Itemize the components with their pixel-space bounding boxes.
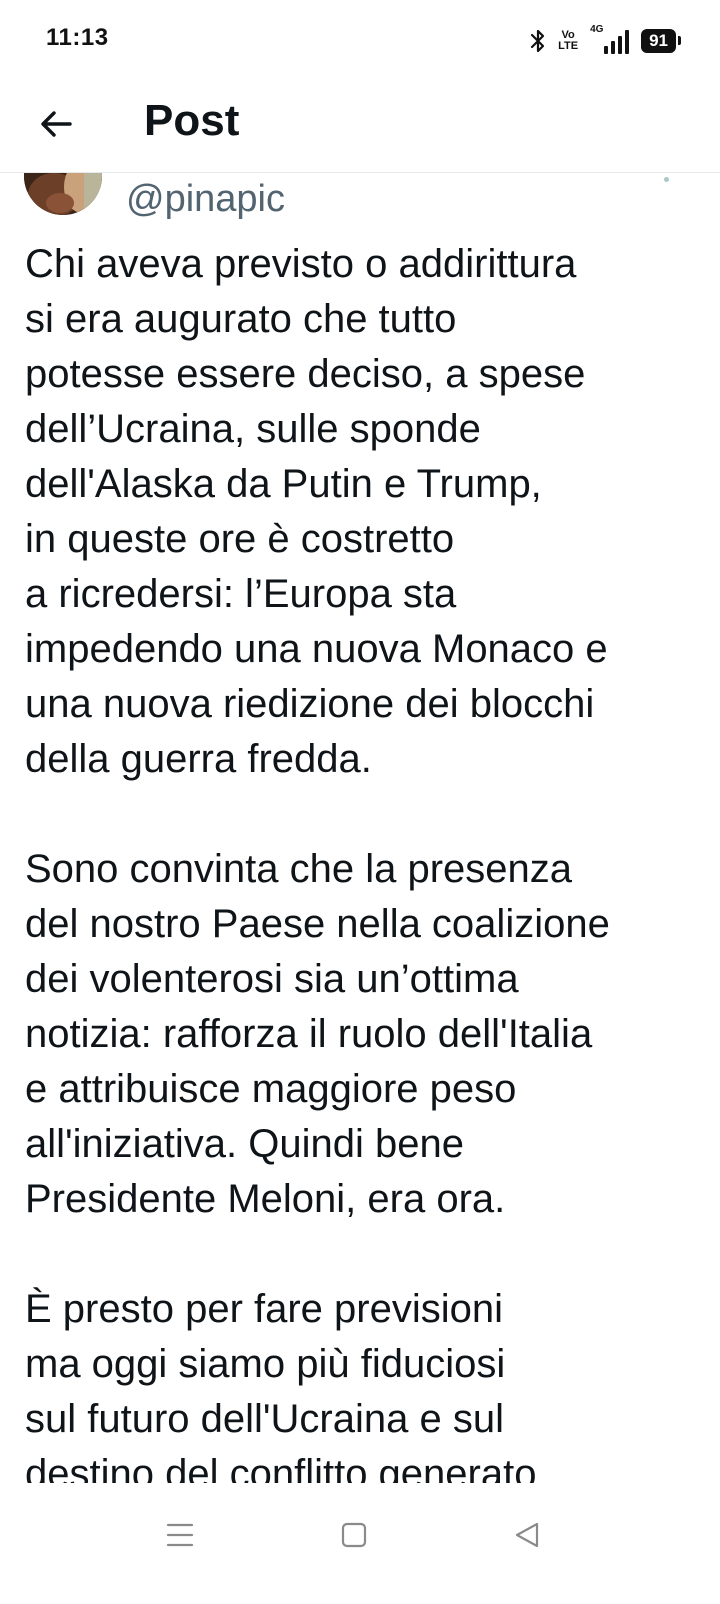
volte-bottom-text: LTE (558, 40, 579, 52)
network-type: 4G (590, 24, 604, 35)
back-button[interactable] (30, 98, 82, 150)
back-triangle-icon (515, 1522, 539, 1548)
page-title: Post (144, 96, 240, 145)
back-nav-button[interactable] (502, 1510, 552, 1560)
arrow-left-icon (41, 111, 72, 137)
status-time: 11:13 (46, 24, 109, 51)
battery-icon: 91 (641, 29, 681, 53)
bluetooth-icon (530, 28, 546, 54)
menu-icon (166, 1523, 194, 1547)
author-handle[interactable]: @pinapic (126, 178, 285, 221)
volte-icon: Vo LTE (558, 30, 578, 52)
home-square-icon (341, 1522, 367, 1548)
menu-button[interactable] (155, 1510, 205, 1560)
post-header: Post (0, 80, 720, 173)
avatar[interactable] (24, 173, 102, 215)
avatar-image (24, 173, 102, 215)
post-text: Chi aveva previsto o addirittura si era … (25, 242, 610, 1483)
status-bar: 11:13 Vo LTE 4G 91 (0, 0, 720, 80)
post-content: @pinapic Chi aveva previsto o addirittur… (0, 173, 720, 1483)
status-icons: Vo LTE 4G 91 (530, 24, 681, 56)
home-button[interactable] (329, 1510, 379, 1560)
system-nav-bar (0, 1484, 720, 1604)
more-options-icon[interactable] (664, 177, 669, 182)
signal-icon: 4G (590, 24, 630, 54)
